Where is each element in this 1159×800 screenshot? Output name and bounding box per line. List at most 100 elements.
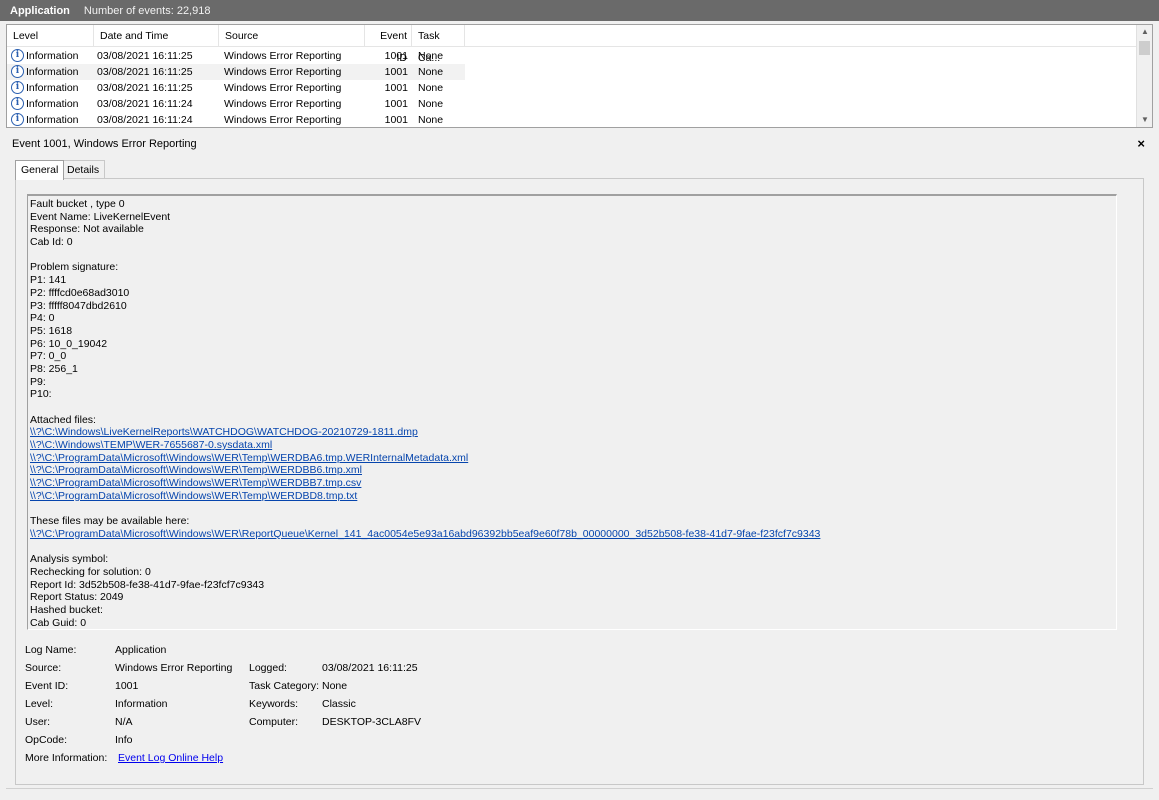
prop-logged-label: Logged: [249, 662, 287, 674]
row-task-category: None [418, 98, 444, 110]
tab-details[interactable]: Details [61, 160, 106, 179]
row-task-category: None [418, 114, 444, 126]
bottom-border [6, 788, 1153, 796]
prop-opcode-label: OpCode: [25, 734, 68, 746]
scroll-up-icon[interactable]: ▲ [1137, 25, 1153, 39]
close-icon[interactable]: × [1137, 134, 1145, 154]
event-list[interactable]: Level Date and Time Source Event ID Task… [6, 24, 1153, 128]
general-tab-panel: Fault bucket , type 0 Event Name: LiveKer… [15, 178, 1144, 785]
prop-user-label: User: [25, 716, 51, 728]
table-row[interactable]: i Information 03/08/2021 16:11:25 Windows E… [7, 80, 465, 96]
event-details-header: Event 1001, Windows Error Reporting × [6, 134, 1153, 154]
row-date-time: 03/08/2021 16:11:25 [97, 82, 193, 94]
information-icon: i [11, 49, 24, 62]
tab-general[interactable]: General [15, 160, 65, 180]
description-line: P10: [30, 388, 52, 401]
row-level: Information [26, 82, 79, 94]
information-icon: i [11, 97, 24, 110]
prop-level-value: Information [115, 698, 168, 710]
attached-file-link[interactable]: \\?\C:\Windows\LiveKernelReports\WATCHDO… [30, 426, 820, 439]
description-line: Attached files: [30, 413, 96, 426]
prop-computer-label: Computer: [249, 716, 299, 728]
row-event-id: 1001 [384, 50, 408, 62]
prop-logged-value: 03/08/2021 16:11:25 [322, 662, 418, 674]
description-line: P1: 141 [30, 274, 67, 287]
row-date-time: 03/08/2021 16:11:25 [97, 66, 193, 78]
event-list-header: Level Date and Time Source Event ID Task… [7, 25, 1138, 64]
information-icon: i [11, 81, 24, 94]
description-line: P6: 10_0_19042 [30, 337, 108, 350]
column-header-task-category[interactable]: Task Ca... [412, 25, 465, 64]
prop-event-id-value: 1001 [115, 680, 139, 692]
prop-source-value: Windows Error Reporting [115, 662, 233, 674]
row-source: Windows Error Reporting [224, 50, 342, 62]
log-title-bar: Application Number of events: 22,918 [0, 0, 1159, 21]
prop-source-label: Source: [25, 662, 62, 674]
row-date-time: 03/08/2021 16:11:24 [97, 98, 193, 110]
description-line: Event Name: LiveKernelEvent [30, 210, 171, 223]
description-line: Cab Guid: 0 [30, 616, 87, 629]
prop-level-label: Level: [25, 698, 54, 710]
row-date-time: 03/08/2021 16:11:25 [97, 50, 193, 62]
row-source: Windows Error Reporting [224, 66, 342, 78]
description-line: P3: fffff8047dbd2610 [30, 299, 127, 312]
row-task-category: None [418, 66, 444, 78]
table-row[interactable]: i Information 03/08/2021 16:11:24 Windows E… [7, 112, 465, 128]
prop-event-id-label: Event ID: [25, 680, 69, 692]
description-line: Report Id: 3d52b508-fe38-41d7-9fae-f23fc… [30, 578, 265, 591]
scroll-down-icon[interactable]: ▼ [1137, 113, 1153, 127]
table-row[interactable]: i Information 03/08/2021 16:11:25 Windows E… [7, 48, 465, 64]
prop-computer-value: DESKTOP-3CLA8FV [322, 716, 422, 728]
attached-file-link[interactable]: \\?\C:\Windows\TEMP\WER-7655687-0.sysdat… [30, 439, 820, 452]
row-event-id: 1001 [384, 98, 408, 110]
prop-user-value: N/A [115, 716, 133, 728]
event-description-box[interactable]: Fault bucket , type 0 Event Name: LiveKer… [27, 194, 1117, 630]
table-row[interactable]: i Information 03/08/2021 16:11:24 Windows E… [7, 96, 465, 112]
row-event-id: 1001 [384, 114, 408, 126]
scroll-thumb[interactable] [1139, 41, 1150, 55]
prop-log-name-label: Log Name: [25, 644, 77, 656]
attached-file-link[interactable]: \\?\C:\ProgramData\Microsoft\Windows\WER… [30, 452, 820, 465]
description-line: Problem signature: [30, 261, 119, 274]
event-log-online-help-link[interactable]: Event Log Online Help [118, 751, 223, 765]
row-event-id: 1001 [384, 66, 408, 78]
prop-more-information-label: More Information: [25, 752, 108, 764]
row-level: Information [26, 114, 79, 126]
description-line: These files may be available here: [30, 515, 190, 528]
description-line: Rechecking for solution: 0 [30, 565, 151, 578]
event-details-title: Event 1001, Windows Error Reporting [12, 138, 197, 150]
attached-file-link[interactable]: \\?\C:\ProgramData\Microsoft\Windows\WER… [30, 464, 820, 477]
row-level: Information [26, 98, 79, 110]
row-task-category: None [418, 50, 444, 62]
event-list-scrollbar[interactable]: ▲ ▼ [1136, 25, 1152, 127]
description-line: P5: 1618 [30, 324, 73, 337]
description-line: Hashed bucket: [30, 604, 103, 616]
column-header-date-time[interactable]: Date and Time [94, 25, 219, 47]
description-line: Analysis symbol: [30, 553, 109, 566]
event-count: Number of events: 22,918 [83, 4, 211, 17]
table-row[interactable]: i Information 03/08/2021 16:11:25 Windows E… [7, 64, 465, 80]
description-line [30, 249, 820, 262]
description-line: P2: ffffcd0e68ad3010 [30, 286, 130, 299]
prop-task-category-label: Task Category: [249, 680, 320, 692]
row-task-category: None [418, 82, 444, 94]
column-header-event-id[interactable]: Event ID [365, 25, 412, 64]
description-line: P4: 0 [30, 312, 55, 325]
attached-file-link[interactable]: \\?\C:\ProgramData\Microsoft\Windows\WER… [30, 477, 820, 490]
column-header-level[interactable]: Level [7, 25, 94, 47]
description-line [30, 541, 820, 554]
description-line: Response: Not available [30, 223, 144, 236]
information-icon: i [11, 65, 24, 78]
row-date-time: 03/08/2021 16:11:24 [97, 114, 193, 126]
row-event-id: 1001 [384, 82, 408, 94]
description-line: Fault bucket , type 0 [30, 198, 125, 210]
information-icon: i [11, 113, 24, 126]
column-header-source[interactable]: Source [219, 25, 365, 47]
row-level: Information [26, 66, 79, 78]
prop-task-category-value: None [322, 680, 348, 692]
row-source: Windows Error Reporting [224, 98, 342, 110]
description-line [30, 401, 820, 414]
attached-file-link[interactable]: \\?\C:\ProgramData\Microsoft\Windows\WER… [30, 490, 820, 503]
attached-file-link[interactable]: \\?\C:\ProgramData\Microsoft\Windows\WER… [30, 528, 820, 541]
description-line: P9: [30, 375, 46, 388]
